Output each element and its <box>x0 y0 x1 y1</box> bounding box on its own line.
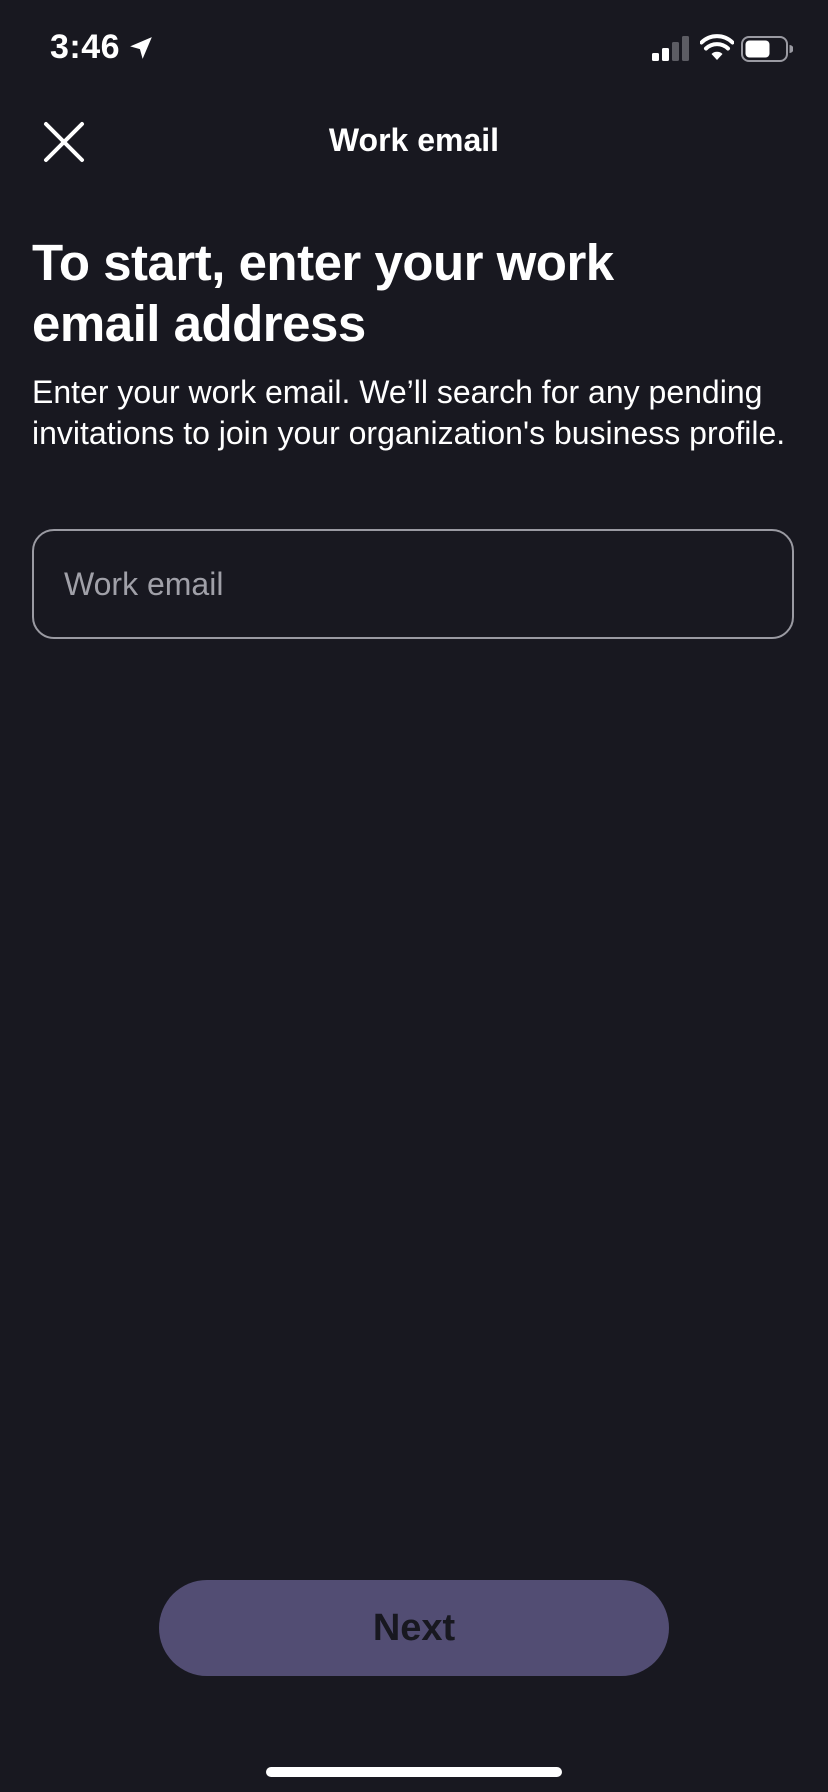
work-email-input[interactable] <box>32 529 794 639</box>
wifi-icon <box>700 34 734 60</box>
location-arrow-icon <box>130 37 152 59</box>
battery-icon <box>741 36 793 62</box>
home-indicator <box>266 1767 562 1777</box>
heading: To start, enter your work email address <box>32 234 614 352</box>
status-bar: 3:46 <box>0 0 828 100</box>
status-time: 3:46 <box>50 28 121 66</box>
cellular-signal-icon <box>652 36 689 61</box>
page-title: Work email <box>328 122 500 158</box>
description-text: Enter your work email. We’ll search for … <box>32 374 786 451</box>
next-button[interactable]: Next <box>159 1580 669 1676</box>
navigation-bar: Work email <box>0 100 828 182</box>
